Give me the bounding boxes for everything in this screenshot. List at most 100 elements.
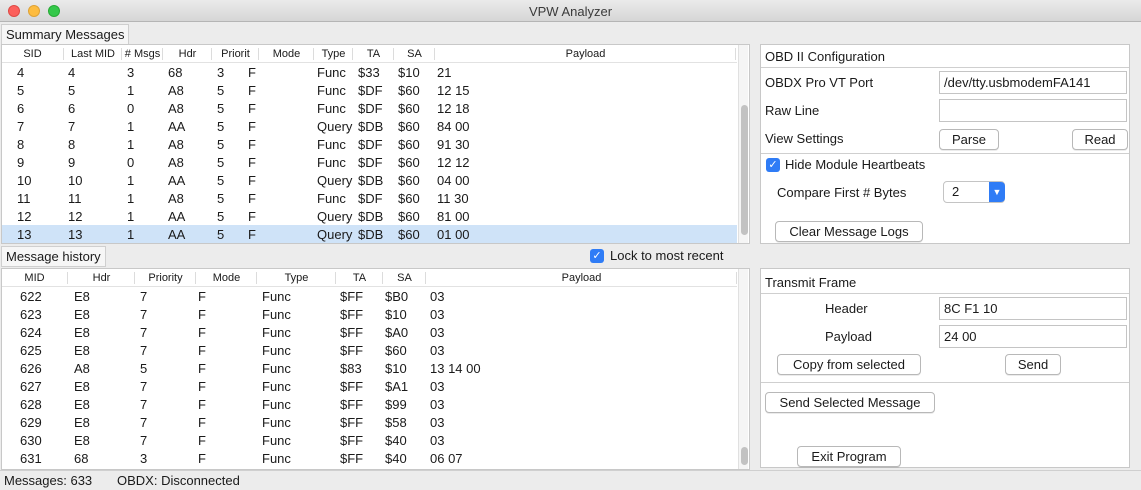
history-col-header[interactable]: TA bbox=[337, 272, 383, 284]
history-cell: $83 bbox=[340, 361, 362, 376]
read-button[interactable]: Read bbox=[1072, 129, 1128, 150]
history-cell: 630 bbox=[20, 433, 42, 448]
lock-checkbox[interactable]: ✓ bbox=[590, 249, 604, 263]
summary-table-row[interactable]: 6 6 0 A8 5 F Func $DF $60 12 18 bbox=[2, 99, 737, 117]
history-scroll-thumb[interactable] bbox=[741, 447, 748, 465]
history-cell: $FF bbox=[340, 433, 364, 448]
summary-cell: $DB bbox=[358, 119, 384, 134]
summary-cell: 0 bbox=[127, 155, 135, 170]
summary-scroll-thumb[interactable] bbox=[741, 105, 748, 235]
history-table[interactable]: MID Hdr Priority Mode Type TA SA Payload 622 E8 7… bbox=[1, 268, 750, 470]
history-tab-header: Message history bbox=[1, 246, 106, 267]
history-cell: 631 bbox=[20, 451, 42, 466]
summary-col-header[interactable]: # Msgs bbox=[123, 48, 163, 60]
summary-table-row[interactable]: 7 7 1 AA 5 F Query $DB $60 84 00 bbox=[2, 117, 737, 135]
history-col-header[interactable]: SA bbox=[384, 272, 426, 284]
raw-line-field[interactable] bbox=[939, 99, 1127, 122]
summary-col-header[interactable]: SA bbox=[395, 48, 435, 60]
summary-cell: F bbox=[248, 101, 256, 116]
history-cell: E8 bbox=[74, 415, 90, 430]
send-selected-button[interactable]: Send Selected Message bbox=[765, 392, 935, 413]
summary-table-row[interactable]: 12 12 1 AA 5 F Query $DB $60 81 00 bbox=[2, 207, 737, 225]
summary-cell: 12 bbox=[17, 209, 32, 224]
summary-col-header[interactable]: TA bbox=[354, 48, 394, 60]
summary-cell: $60 bbox=[398, 209, 420, 224]
history-cell: Func bbox=[262, 289, 291, 304]
history-cell: $B0 bbox=[385, 289, 409, 304]
summary-table-row[interactable]: 9 9 0 A8 5 F Func $DF $60 12 12 bbox=[2, 153, 737, 171]
history-col-header[interactable]: Mode bbox=[197, 272, 257, 284]
title-bar: VPW Analyzer bbox=[0, 0, 1141, 22]
history-table-row[interactable]: 625 E8 7 F Func $FF $60 03 bbox=[2, 341, 737, 359]
hide-heartbeats-checkbox[interactable]: ✓ bbox=[766, 158, 780, 172]
clear-logs-button[interactable]: Clear Message Logs bbox=[775, 221, 923, 242]
compare-bytes-value: 2 bbox=[952, 184, 960, 199]
summary-col-header[interactable]: Last MID bbox=[65, 48, 122, 60]
header-label: Header bbox=[825, 301, 868, 316]
history-col-header[interactable]: Payload bbox=[427, 272, 737, 284]
summary-cell: 13 bbox=[17, 227, 32, 242]
obd-divider-2 bbox=[761, 153, 1129, 154]
history-table-row[interactable]: 631 68 3 F Func $FF $40 06 07 bbox=[2, 449, 737, 467]
summary-cell: 5 bbox=[217, 101, 225, 116]
summary-col-header[interactable]: Payload bbox=[436, 48, 736, 60]
summary-cell: 12 15 bbox=[437, 83, 470, 98]
summary-table-row[interactable]: 8 8 1 A8 5 F Func $DF $60 91 30 bbox=[2, 135, 737, 153]
history-table-row[interactable]: 628 E8 7 F Func $FF $99 03 bbox=[2, 395, 737, 413]
status-bar: Messages: 633 OBDX: Disconnected bbox=[0, 470, 1141, 490]
port-field[interactable]: /dev/tty.usbmodemFA141 bbox=[939, 71, 1127, 94]
chevron-down-icon[interactable]: ▼ bbox=[989, 182, 1005, 202]
summary-cell: $33 bbox=[358, 65, 380, 80]
history-table-row[interactable]: 624 E8 7 F Func $FF $A0 03 bbox=[2, 323, 737, 341]
summary-cell: $60 bbox=[398, 137, 420, 152]
history-col-header[interactable]: Type bbox=[258, 272, 336, 284]
history-cell: A8 bbox=[74, 361, 90, 376]
summary-cell: $60 bbox=[398, 101, 420, 116]
summary-col-header[interactable]: Type bbox=[315, 48, 353, 60]
lock-label: Lock to most recent bbox=[610, 248, 724, 263]
history-cell: E8 bbox=[74, 379, 90, 394]
view-settings-label: View Settings bbox=[765, 131, 844, 146]
history-cell: 06 07 bbox=[430, 451, 463, 466]
summary-col-header[interactable]: Priorit bbox=[213, 48, 259, 60]
history-table-row[interactable]: 630 E8 7 F Func $FF $40 03 bbox=[2, 431, 737, 449]
exit-program-button[interactable]: Exit Program bbox=[797, 446, 901, 467]
history-table-row[interactable]: 627 E8 7 F Func $FF $A1 03 bbox=[2, 377, 737, 395]
summary-table-row[interactable]: 13 13 1 AA 5 F Query $DB $60 01 00 bbox=[2, 225, 737, 243]
history-cell: 7 bbox=[140, 289, 148, 304]
header-field[interactable]: 8C F1 10 bbox=[939, 297, 1127, 320]
summary-table-row[interactable]: 4 4 3 68 3 F Func $33 $10 21 bbox=[2, 63, 737, 81]
summary-col-header[interactable]: SID bbox=[2, 48, 64, 60]
history-cell: 7 bbox=[140, 307, 148, 322]
send-button[interactable]: Send bbox=[1005, 354, 1061, 375]
history-table-row[interactable]: 626 A8 5 F Func $83 $10 13 14 00 bbox=[2, 359, 737, 377]
summary-table[interactable]: SID Last MID # Msgs Hdr Priorit Mode Type TA SA P… bbox=[1, 44, 750, 244]
history-cell: $60 bbox=[385, 343, 407, 358]
history-cell: F bbox=[198, 379, 206, 394]
summary-scrollbar[interactable] bbox=[738, 45, 748, 243]
summary-cell: F bbox=[248, 83, 256, 98]
summary-cell: A8 bbox=[168, 191, 184, 206]
history-cell: $40 bbox=[385, 433, 407, 448]
obd-config-title: OBD II Configuration bbox=[765, 49, 885, 64]
history-table-row[interactable]: 623 E8 7 F Func $FF $10 03 bbox=[2, 305, 737, 323]
history-col-header[interactable]: Hdr bbox=[69, 272, 135, 284]
payload-field[interactable]: 24 00 bbox=[939, 325, 1127, 348]
history-table-row[interactable]: 629 E8 7 F Func $FF $58 03 bbox=[2, 413, 737, 431]
history-scrollbar[interactable] bbox=[738, 269, 748, 469]
summary-table-row[interactable]: 5 5 1 A8 5 F Func $DF $60 12 15 bbox=[2, 81, 737, 99]
copy-from-selected-button[interactable]: Copy from selected bbox=[777, 354, 921, 375]
history-cell: 3 bbox=[140, 451, 148, 466]
summary-table-row[interactable]: 10 10 1 AA 5 F Query $DB $60 04 00 bbox=[2, 171, 737, 189]
summary-table-row[interactable]: 11 11 1 A8 5 F Func $DF $60 11 30 bbox=[2, 189, 737, 207]
history-col-header[interactable]: Priority bbox=[136, 272, 196, 284]
parse-button[interactable]: Parse bbox=[939, 129, 999, 150]
summary-col-header[interactable]: Mode bbox=[260, 48, 314, 60]
summary-col-header[interactable]: Hdr bbox=[164, 48, 212, 60]
history-cell: 629 bbox=[20, 415, 42, 430]
history-cell: 628 bbox=[20, 397, 42, 412]
obd-config-panel: OBD II Configuration OBDX Pro VT Port /d… bbox=[760, 44, 1130, 244]
history-table-row[interactable]: 622 E8 7 F Func $FF $B0 03 bbox=[2, 287, 737, 305]
history-col-header[interactable]: MID bbox=[2, 272, 68, 284]
history-cell: F bbox=[198, 307, 206, 322]
